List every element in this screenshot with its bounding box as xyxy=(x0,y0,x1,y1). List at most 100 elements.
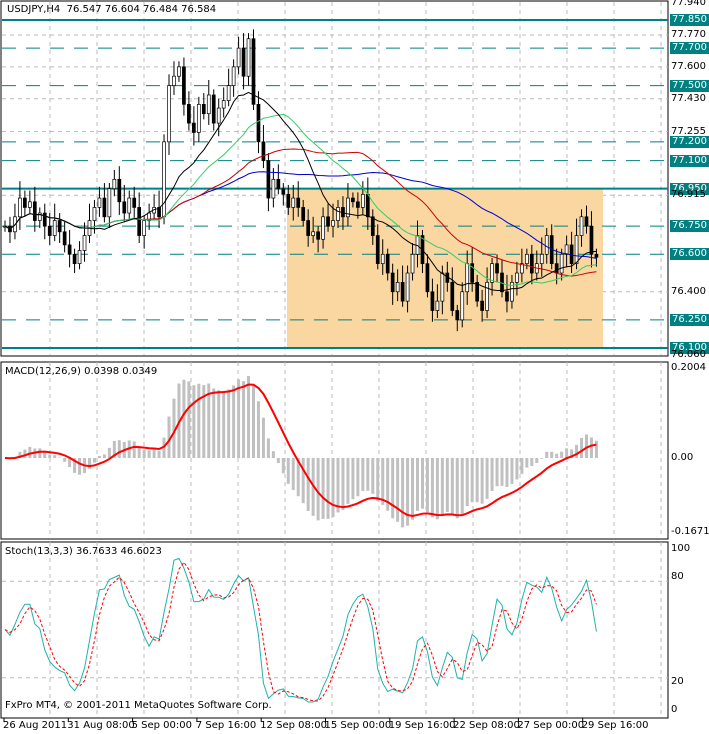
symbol: USDJPY,H4 xyxy=(7,4,61,15)
candle-body xyxy=(410,253,415,274)
candle-body xyxy=(201,103,206,115)
price-tick: 77.255 xyxy=(671,125,706,137)
candle-body xyxy=(584,216,589,227)
stoch-tick: 100 xyxy=(671,543,691,554)
stoch-signal-line xyxy=(4,561,597,702)
candle-body xyxy=(425,263,430,293)
candle-body xyxy=(539,253,544,265)
ohlc-values: 76.547 76.604 76.484 76.584 xyxy=(66,4,217,15)
candle-body xyxy=(206,94,211,115)
candle-body xyxy=(405,272,410,302)
time-label: 29 Sep 16:00 xyxy=(581,720,649,731)
pane-frame xyxy=(0,541,669,719)
candle-body xyxy=(589,225,594,255)
candle-body xyxy=(112,178,117,190)
candle-body xyxy=(554,263,559,274)
candle-body xyxy=(67,244,72,255)
candle-body xyxy=(395,282,400,293)
candle-body xyxy=(569,244,574,265)
time-label: 31 Aug 08:00 xyxy=(67,720,135,731)
candle-body xyxy=(28,201,32,208)
candle-body xyxy=(226,85,231,101)
candle-body xyxy=(231,66,236,86)
stoch-main-line xyxy=(4,557,597,703)
candle-body xyxy=(460,291,465,321)
candle-body xyxy=(475,282,479,302)
candle-body xyxy=(400,282,405,302)
level-label: 77.200 xyxy=(670,135,709,148)
candle-body xyxy=(351,197,355,203)
candle-body xyxy=(196,103,201,133)
candle-body xyxy=(375,235,380,265)
candle-body xyxy=(524,253,529,265)
level-label: 77.100 xyxy=(670,154,709,167)
candle-body xyxy=(390,272,395,293)
copyright: FxPro MT4, © 2001-2011 MetaQuotes Softwa… xyxy=(5,700,272,711)
candle-body xyxy=(559,253,564,274)
candle-body xyxy=(495,263,499,274)
time-label: 12 Sep 08:00 xyxy=(260,720,327,731)
candle-body xyxy=(490,263,494,283)
time-label: 7 Sep 16:00 xyxy=(195,720,257,731)
price-tick: 76.400 xyxy=(671,285,706,297)
candle-body xyxy=(301,207,306,221)
macd-label: MACD(12,26,9) 0.0398 0.0349 xyxy=(5,366,158,377)
candle-body xyxy=(286,193,291,208)
candle-body xyxy=(127,197,132,214)
candle-body xyxy=(261,141,266,161)
candle-body xyxy=(177,66,181,77)
chart-window: USDJPY,H4 76.547 76.604 76.484 76.584 MA… xyxy=(0,0,709,734)
candle-body xyxy=(450,282,455,311)
candle-body xyxy=(23,197,27,208)
candle-body xyxy=(276,178,281,190)
symbol-label: USDJPY,H4 76.547 76.604 76.484 76.584 xyxy=(7,4,216,15)
candle-body xyxy=(316,231,320,240)
candle-body xyxy=(579,216,584,236)
time-label: 15 Sep 00:00 xyxy=(324,720,392,731)
level-label: 77.850 xyxy=(670,14,709,26)
stoch-label: Stoch(13,3,3) 36.7633 46.6023 xyxy=(5,546,162,557)
time-label: 5 Sep 00:00 xyxy=(131,720,192,731)
level-label: 77.700 xyxy=(670,42,709,55)
candle-body xyxy=(291,197,296,208)
macd-tick: -0.1671 xyxy=(671,526,709,537)
candle-body xyxy=(92,207,97,221)
candle-body xyxy=(182,66,186,105)
time-label: 22 Sep 08:00 xyxy=(453,720,520,731)
candle-body xyxy=(311,231,315,236)
candle-body xyxy=(331,220,335,227)
candle-body xyxy=(385,253,390,274)
candle-body xyxy=(271,178,276,199)
candle-body xyxy=(47,225,52,236)
stoch-tick: 0 xyxy=(671,704,678,715)
candle-body xyxy=(62,231,67,246)
price-tick: 76.915 xyxy=(671,189,706,201)
candle-body xyxy=(102,197,107,218)
stoch-tick: 80 xyxy=(671,571,684,582)
candle-body xyxy=(236,47,241,68)
candle-body xyxy=(52,220,57,236)
candle-body xyxy=(480,300,484,311)
candle-body xyxy=(485,282,489,311)
candle-body xyxy=(107,188,112,218)
price-tick: 76.060 xyxy=(671,349,706,361)
level-label: 76.600 xyxy=(670,248,709,261)
candle-body xyxy=(594,253,599,258)
candle-body xyxy=(440,272,445,302)
candle-body xyxy=(515,272,519,283)
candle-body xyxy=(281,188,286,195)
candle-body xyxy=(356,201,360,208)
candle-body xyxy=(326,216,330,227)
candle-body xyxy=(365,193,370,218)
candle-body xyxy=(82,235,87,251)
candle-body xyxy=(321,216,325,240)
candle-body xyxy=(505,291,509,302)
candle-body xyxy=(117,178,122,203)
macd-tick: 0.00 xyxy=(671,452,694,463)
macd-signal-line xyxy=(4,383,597,517)
candle-body xyxy=(137,207,142,236)
candle-body xyxy=(216,107,221,124)
candle-body xyxy=(360,193,365,208)
time-label: 19 Sep 16:00 xyxy=(388,720,456,731)
candle-body xyxy=(430,291,435,311)
